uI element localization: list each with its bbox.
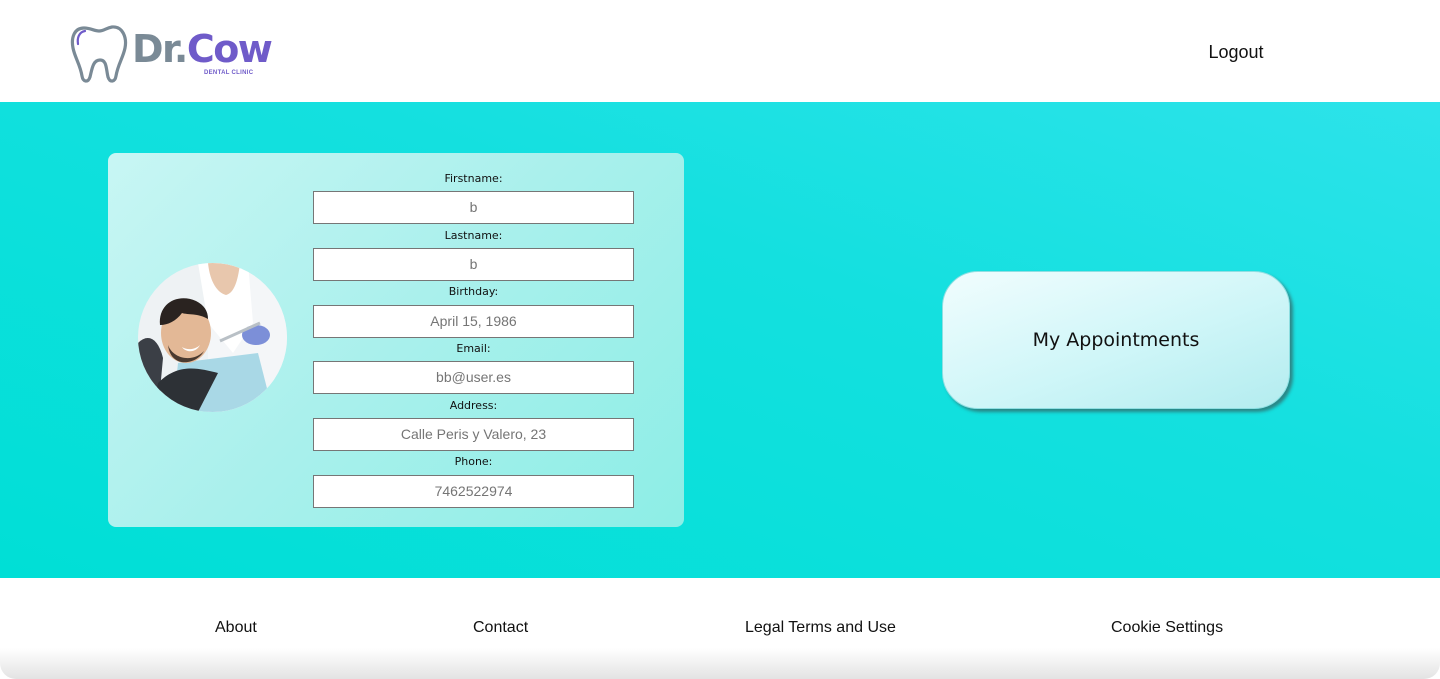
profile-card: Firstname: b Lastname: b Birthday: April…	[108, 153, 684, 527]
footer-link-contact[interactable]: Contact	[473, 619, 528, 637]
logo-wordmark: Dr.Cow	[132, 27, 273, 71]
my-appointments-button[interactable]: My Appointments	[942, 271, 1290, 409]
logo[interactable]: Dr.Cow DENTAL CLINIC	[70, 22, 273, 84]
avatar	[138, 263, 287, 412]
firstname-label: Firstname:	[444, 172, 503, 185]
birthday-label: Birthday:	[448, 285, 499, 298]
header: Dr.Cow DENTAL CLINIC Logout	[0, 0, 1440, 102]
logo-cow: Cow	[186, 27, 273, 71]
birthday-field[interactable]: April 15, 1986	[313, 305, 634, 338]
email-field[interactable]: bb@user.es	[313, 361, 634, 394]
logo-tagline: DENTAL CLINIC	[204, 70, 254, 76]
footer-link-about[interactable]: About	[215, 619, 257, 637]
email-label: Email:	[456, 342, 491, 355]
phone-field[interactable]: 7462522974	[313, 475, 634, 508]
phone-label: Phone:	[454, 455, 493, 468]
footer-shadow	[0, 648, 1440, 679]
address-label: Address:	[449, 399, 498, 412]
logout-link[interactable]: Logout	[1200, 40, 1272, 64]
main-section: Firstname: b Lastname: b Birthday: April…	[0, 102, 1440, 578]
footer: About Contact Legal Terms and Use Cookie…	[0, 578, 1440, 679]
patient-photo	[138, 263, 287, 412]
address-field[interactable]: Calle Peris y Valero, 23	[313, 418, 634, 451]
lastname-label: Lastname:	[444, 229, 503, 242]
lastname-field[interactable]: b	[313, 248, 634, 281]
footer-link-cookies[interactable]: Cookie Settings	[1111, 619, 1223, 637]
tooth-icon	[70, 25, 128, 83]
footer-link-legal[interactable]: Legal Terms and Use	[745, 619, 896, 637]
logo-dr: Dr.	[132, 27, 188, 71]
firstname-field[interactable]: b	[313, 191, 634, 224]
